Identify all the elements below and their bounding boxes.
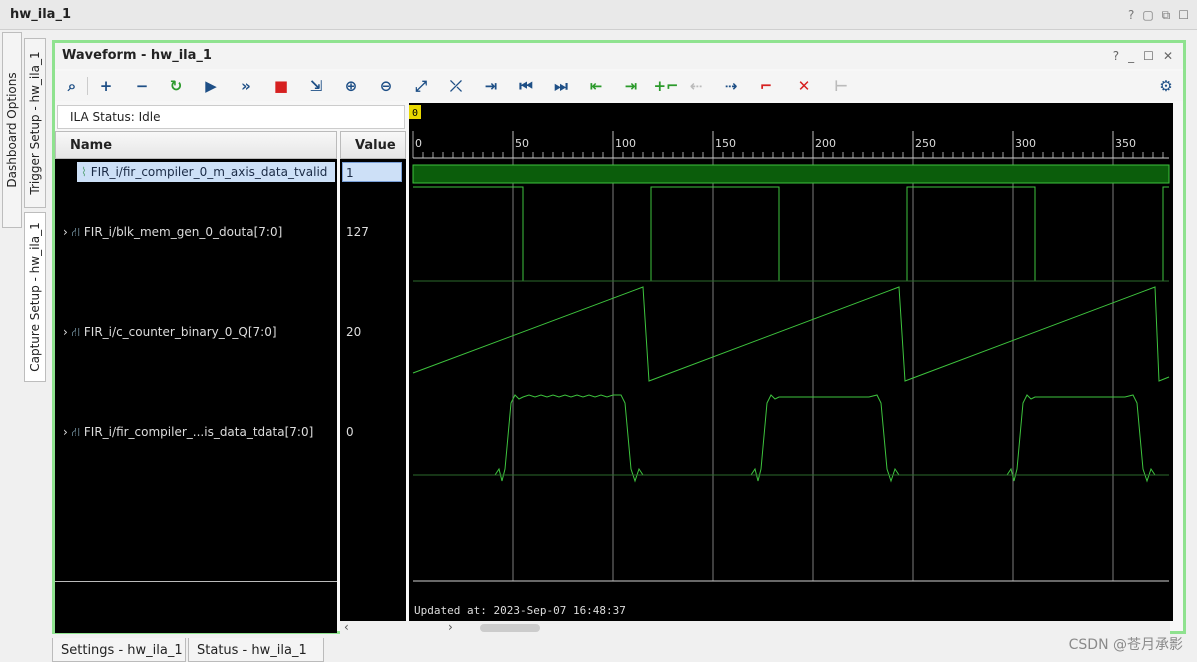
bus-icon: ⛙ bbox=[71, 225, 81, 239]
next-transition-icon[interactable]: ⇥ bbox=[620, 75, 642, 97]
value-douta: 127 bbox=[346, 225, 369, 239]
updated-at: Updated at: 2023-Sep-07 16:48:37 bbox=[414, 604, 626, 617]
delete-icon[interactable]: ✕ bbox=[793, 75, 815, 97]
value-column-header[interactable]: Value bbox=[340, 131, 406, 159]
add-marker-icon[interactable]: +⌐ bbox=[653, 75, 678, 97]
name-column-header[interactable]: Name bbox=[55, 131, 337, 159]
watermark: CSDN @苍月承影 bbox=[1068, 637, 1183, 653]
minimize-icon[interactable]: _ bbox=[1128, 49, 1134, 63]
divider bbox=[55, 581, 337, 582]
signal-name-panel: Name ⌇ FIR_i/fir_compiler_0_m_axis_data_… bbox=[55, 131, 337, 633]
gear-icon[interactable]: ⚙ bbox=[1155, 75, 1177, 97]
restore-icon[interactable]: ▢ bbox=[1142, 8, 1153, 23]
scroll-left-icon[interactable]: ‹ bbox=[344, 620, 349, 634]
search-icon[interactable]: ⌕ bbox=[61, 75, 83, 97]
time-tick-label: 150 bbox=[715, 137, 736, 150]
prev-transition-icon[interactable]: ⇤ bbox=[585, 75, 607, 97]
marker-icon[interactable]: ⇥ bbox=[480, 75, 502, 97]
goto-cursor-icon[interactable]: ⤫ bbox=[445, 75, 467, 97]
remove-icon[interactable]: − bbox=[131, 75, 153, 97]
horizontal-scrollbar[interactable]: ‹ › bbox=[340, 620, 1170, 635]
waveform-window: Waveform - hw_ila_1 ? _ ☐ ✕ ⌕ + − ↻ ▶ » … bbox=[52, 40, 1186, 635]
zoom-in-icon[interactable]: ⊕ bbox=[340, 75, 362, 97]
go-first-icon[interactable]: ⏮ bbox=[515, 75, 537, 97]
value-tdata: 0 bbox=[346, 425, 354, 439]
value-tvalid: 1 bbox=[342, 162, 402, 182]
zoom-out-icon[interactable]: ⊖ bbox=[375, 75, 397, 97]
maximize-icon[interactable]: ☐ bbox=[1178, 8, 1189, 23]
stop-icon[interactable]: ■ bbox=[270, 75, 292, 97]
wave-counter[interactable] bbox=[412, 286, 1170, 382]
help-icon[interactable]: ? bbox=[1113, 49, 1119, 63]
tab-capture-setup[interactable]: Capture Setup - hw_ila_1 bbox=[24, 212, 46, 382]
value-panel: Value 1 127 20 0 bbox=[340, 131, 406, 633]
signal-bit-icon: ⌇ bbox=[81, 165, 87, 179]
close-icon[interactable]: ✕ bbox=[1163, 49, 1173, 63]
signal-row-douta[interactable]: › ⛙ FIR_i/blk_mem_gen_0_douta[7:0] bbox=[63, 225, 282, 241]
go-last-icon[interactable]: ⏭ bbox=[550, 75, 572, 97]
swap-cursors-icon[interactable]: ⌐ bbox=[755, 75, 777, 97]
maximize-icon[interactable]: ☐ bbox=[1143, 49, 1154, 63]
time-tick-label: 350 bbox=[1115, 137, 1136, 150]
waveform-title-bar: Waveform - hw_ila_1 ? _ ☐ ✕ bbox=[55, 43, 1183, 69]
time-tick-label: 50 bbox=[515, 137, 529, 150]
waveform-title: Waveform - hw_ila_1 bbox=[62, 48, 212, 63]
signal-row-counter[interactable]: › ⛙ FIR_i/c_counter_binary_0_Q[7:0] bbox=[63, 325, 277, 341]
bus-icon: ⛙ bbox=[71, 325, 81, 339]
ila-status: ILA Status: Idle bbox=[57, 105, 405, 129]
cursor-marker-label: 0 bbox=[412, 108, 418, 119]
zoom-fit-icon[interactable]: ⤢ bbox=[410, 75, 432, 97]
scrollbar-thumb[interactable] bbox=[480, 624, 540, 632]
time-tick-label: 300 bbox=[1015, 137, 1036, 150]
export-icon[interactable]: ⇲ bbox=[305, 75, 327, 97]
chevron-right-icon[interactable]: › bbox=[63, 425, 68, 439]
tab-dashboard-options[interactable]: Dashboard Options bbox=[2, 32, 22, 228]
time-tick-label: 250 bbox=[915, 137, 936, 150]
time-tick-label: 0 bbox=[415, 137, 422, 150]
waveform-plot[interactable]: 0 0 50 100 150 200 250 300 350 Updated at: 2023… bbox=[409, 103, 1173, 621]
chevron-right-icon[interactable]: › bbox=[63, 325, 68, 339]
wave-tvalid[interactable] bbox=[412, 164, 1170, 184]
wave-douta[interactable] bbox=[413, 186, 1169, 282]
wave-tdata[interactable] bbox=[413, 394, 1169, 483]
float-icon[interactable]: ⧉ bbox=[1162, 8, 1171, 23]
add-icon[interactable]: + bbox=[95, 75, 117, 97]
time-tick-label: 100 bbox=[615, 137, 636, 150]
tab-settings[interactable]: Settings - hw_ila_1 bbox=[52, 638, 186, 662]
value-counter: 20 bbox=[346, 325, 362, 339]
window-title-bar: hw_ila_1 ? ▢ ⧉ ☐ bbox=[0, 0, 1197, 30]
run-trigger-icon[interactable]: ↻ bbox=[165, 75, 187, 97]
scroll-right-icon[interactable]: › bbox=[448, 620, 453, 634]
run-icon[interactable]: ▶ bbox=[200, 75, 222, 97]
run-immediate-icon[interactable]: » bbox=[235, 75, 257, 97]
window-title: hw_ila_1 bbox=[10, 7, 71, 22]
next-marker-icon[interactable]: ⇢ bbox=[720, 75, 742, 97]
waveform-toolbar: ⌕ + − ↻ ▶ » ■ ⇲ ⊕ ⊖ ⤢ ⤫ ⇥ ⏮ ⏭ ⇤ ⇥ +⌐ ⇠ ⇢… bbox=[55, 71, 1183, 101]
bus-icon: ⛙ bbox=[71, 425, 81, 439]
signal-row-tdata[interactable]: › ⛙ FIR_i/fir_compiler_...is_data_tdata[… bbox=[63, 425, 313, 441]
prev-marker-icon[interactable]: ⇠ bbox=[685, 75, 707, 97]
help-icon[interactable]: ? bbox=[1128, 8, 1134, 23]
signal-row-tvalid[interactable]: ⌇ FIR_i/fir_compiler_0_m_axis_data_tvali… bbox=[77, 162, 335, 182]
tab-trigger-setup[interactable]: Trigger Setup - hw_ila_1 bbox=[24, 38, 46, 208]
time-tick-label: 200 bbox=[815, 137, 836, 150]
tab-status[interactable]: Status - hw_ila_1 bbox=[188, 638, 324, 662]
side-tab-strip: Dashboard Options Trigger Setup - hw_ila… bbox=[0, 30, 52, 662]
expand-icon[interactable]: ⊢ bbox=[830, 75, 852, 97]
chevron-right-icon[interactable]: › bbox=[63, 225, 68, 239]
waveform-canvas[interactable]: 0 0 50 100 150 200 250 300 350 Updated at: 2023… bbox=[409, 103, 1173, 621]
